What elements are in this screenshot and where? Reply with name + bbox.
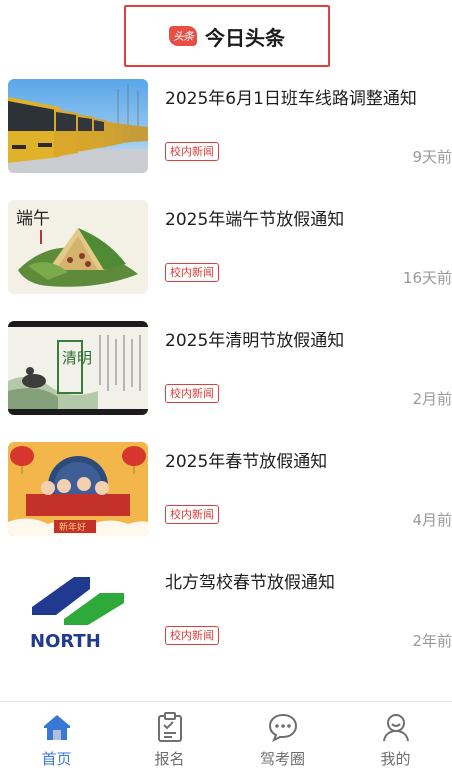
news-category-tag: 校内新闻 (165, 626, 219, 645)
toutiao-logo: 头条 (169, 26, 197, 46)
news-category-tag: 校内新闻 (165, 505, 219, 524)
news-time: 2年前 (412, 632, 452, 650)
tab-home[interactable]: 首页 (0, 702, 113, 773)
news-title[interactable]: 2025年6月1日班车线路调整通知 (165, 84, 417, 109)
user-icon (382, 714, 409, 742)
news-title[interactable]: 2025年端午节放假通知 (165, 205, 344, 230)
news-item[interactable]: 清明 2025年清明节放假通知 校内新闻 2月前 (0, 320, 452, 441)
news-time: 4月前 (412, 511, 452, 529)
news-category-tag: 校内新闻 (165, 384, 219, 403)
page-title: 今日头条 (205, 25, 285, 50)
tab-label: 我的 (380, 750, 411, 768)
news-thumbnail-north-logo[interactable]: NORTH (8, 563, 148, 657)
news-item[interactable]: NORTH 北方驾校春节放假通知 校内新闻 2年前 (0, 562, 452, 683)
news-thumbnail-buses[interactable] (8, 79, 148, 173)
thumbnail-caption: 新年好 (59, 521, 86, 533)
tab-driving-circle[interactable]: 驾考圈 (226, 702, 339, 773)
news-category-tag: 校内新闻 (165, 142, 219, 161)
tab-profile[interactable]: 我的 (339, 702, 452, 773)
news-time: 2月前 (412, 390, 452, 408)
news-thumbnail-spring-festival[interactable]: 新年好 (8, 442, 148, 536)
tab-signup[interactable]: 报名 (113, 702, 226, 773)
news-time: 9天前 (412, 148, 452, 166)
tab-label: 驾考圈 (259, 750, 305, 768)
news-title[interactable]: 2025年春节放假通知 (165, 447, 327, 472)
news-thumbnail-qingming[interactable]: 清明 (8, 321, 148, 415)
home-icon (43, 715, 70, 740)
tab-label: 报名 (154, 750, 185, 768)
bottom-tab-bar: 首页 报名 驾考圈 我的 (0, 701, 452, 773)
news-time: 16天前 (402, 269, 452, 287)
news-item[interactable]: 新年好 2025年春节放假通知 校内新闻 4月前 (0, 441, 452, 562)
thumbnail-caption: 清明 (62, 349, 92, 367)
news-thumbnail-dragon-boat[interactable]: 端午 (8, 200, 148, 294)
news-title[interactable]: 2025年清明节放假通知 (165, 326, 344, 351)
news-list: 2025年6月1日班车线路调整通知 校内新闻 9天前 端午 2025年端午节放假… (0, 78, 452, 683)
news-item[interactable]: 2025年6月1日班车线路调整通知 校内新闻 9天前 (0, 78, 452, 199)
news-category-tag: 校内新闻 (165, 263, 219, 282)
tab-label: 首页 (41, 750, 72, 768)
clipboard-icon (157, 712, 182, 742)
news-title[interactable]: 北方驾校春节放假通知 (165, 568, 335, 593)
thumbnail-caption: NORTH (30, 631, 101, 652)
news-item[interactable]: 端午 2025年端午节放假通知 校内新闻 16天前 (0, 199, 452, 320)
thumbnail-caption: 端午 (16, 209, 50, 229)
chat-bubble-icon (268, 713, 297, 743)
page-header: 头条 今日头条 (124, 5, 330, 67)
